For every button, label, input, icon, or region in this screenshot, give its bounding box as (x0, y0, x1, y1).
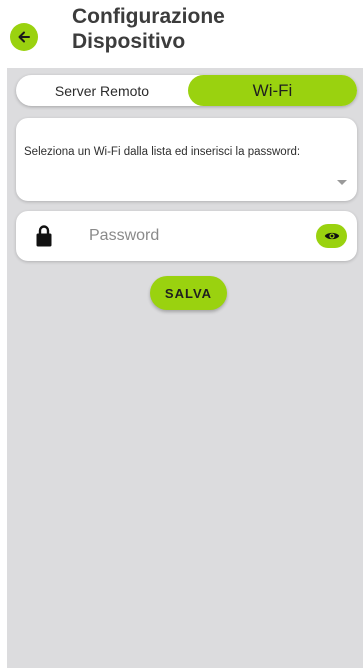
save-button[interactable]: SALVA (150, 276, 227, 310)
page-title: Configurazione Dispositivo (72, 4, 332, 54)
app-header: Configurazione Dispositivo (0, 0, 363, 62)
page-title-line1: Configurazione (72, 5, 225, 28)
back-button[interactable] (10, 23, 38, 51)
lock-icon (36, 225, 52, 247)
password-input[interactable] (89, 224, 289, 248)
main-content: Server Remoto Wi-Fi Seleziona un Wi-Fi d… (7, 68, 363, 668)
tab-wifi[interactable]: Wi-Fi (188, 75, 357, 106)
toggle-password-visibility-button[interactable] (316, 224, 347, 248)
caret-down-icon (337, 180, 347, 185)
page-title-line2: Dispositivo (72, 30, 186, 53)
device-config-screen: Configurazione Dispositivo Server Remoto… (0, 0, 363, 668)
wifi-instruction-label: Seleziona un Wi-Fi dalla lista ed inseri… (24, 146, 301, 158)
connection-type-toggle: Server Remoto Wi-Fi (16, 75, 357, 106)
tab-server-remoto[interactable]: Server Remoto (16, 75, 188, 106)
eye-icon (324, 232, 339, 240)
arrow-left-icon (18, 31, 30, 43)
password-field-card (16, 211, 357, 261)
wifi-select-dropdown[interactable]: Seleziona un Wi-Fi dalla lista ed inseri… (16, 118, 357, 201)
